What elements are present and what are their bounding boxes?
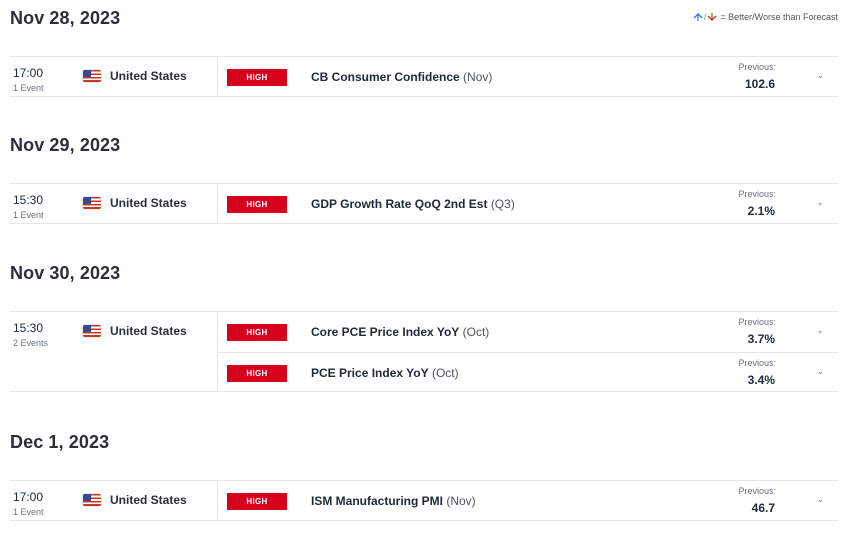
event-group: 15:30 2 Events United States HIGH Core P… xyxy=(10,311,838,392)
country-name: United States xyxy=(110,196,187,210)
previous-value: 46.7 xyxy=(751,501,775,515)
previous-value: 2.1% xyxy=(747,204,775,218)
previous-value: 3.7% xyxy=(747,332,775,346)
event-time: 15:30 xyxy=(13,193,44,207)
event-row[interactable]: HIGH PCE Price Index YoY (Oct) Previous:… xyxy=(218,352,838,392)
country-name: United States xyxy=(110,493,187,507)
forecast-legend: / = Better/Worse than Forecast xyxy=(693,12,838,22)
country-name: United States xyxy=(110,324,187,338)
event-time: 17:00 xyxy=(13,66,44,80)
chevron-down-icon[interactable]: ⌄ xyxy=(816,70,824,81)
previous-label: Previous: xyxy=(738,317,776,327)
chevron-down-icon[interactable]: ⌄ xyxy=(816,494,824,505)
day-date: Nov 30, 2023 xyxy=(10,263,121,283)
event-group-info: 17:00 1 Event United States xyxy=(10,481,217,520)
event-time: 15:30 xyxy=(13,321,44,335)
event-period: (Oct) xyxy=(431,366,459,380)
event-name: CB Consumer Confidence xyxy=(311,70,460,84)
event-name: GDP Growth Rate QoQ 2nd Est xyxy=(311,197,488,211)
impact-badge: HIGH xyxy=(227,365,287,382)
us-flag-icon xyxy=(83,494,101,506)
event-name: PCE Price Index YoY xyxy=(311,366,429,380)
event-row[interactable]: HIGH GDP Growth Rate QoQ 2nd Est (Q3) Pr… xyxy=(218,184,838,224)
event-group-info: 17:00 1 Event United States xyxy=(10,57,217,96)
event-group: 17:00 1 Event United States HIGH CB Cons… xyxy=(10,56,838,97)
previous-label: Previous: xyxy=(738,358,776,368)
impact-badge: HIGH xyxy=(227,324,287,341)
us-flag-icon xyxy=(83,197,101,209)
event-period: (Nov) xyxy=(446,494,476,508)
event-period: (Q3) xyxy=(490,197,515,211)
chevron-down-icon[interactable]: ⌄ xyxy=(816,197,824,208)
event-row[interactable]: HIGH CB Consumer Confidence (Nov) Previo… xyxy=(218,57,838,97)
event-count: 1 Event xyxy=(13,507,44,517)
previous-label: Previous: xyxy=(738,486,776,496)
us-flag-icon xyxy=(83,70,101,82)
arrow-down-icon xyxy=(707,13,717,21)
previous-label: Previous: xyxy=(738,189,776,199)
event-name-wrap: GDP Growth Rate QoQ 2nd Est (Q3) xyxy=(311,197,515,211)
chevron-down-icon[interactable]: ⌄ xyxy=(816,325,824,336)
legend-separator: / xyxy=(703,12,707,22)
day-date: Dec 1, 2023 xyxy=(10,432,110,452)
previous-value: 102.6 xyxy=(744,77,775,91)
previous-value: 3.4% xyxy=(747,373,775,387)
previous-label: Previous: xyxy=(738,62,776,72)
impact-badge: HIGH xyxy=(227,493,287,510)
event-row[interactable]: HIGH Core PCE Price Index YoY (Oct) Prev… xyxy=(218,312,838,352)
event-name: Core PCE Price Index YoY xyxy=(311,325,460,339)
event-count: 1 Event xyxy=(13,83,44,93)
impact-badge: HIGH xyxy=(227,196,287,213)
impact-badge: HIGH xyxy=(227,69,287,86)
day-date: Nov 29, 2023 xyxy=(10,135,121,155)
legend-text: = Better/Worse than Forecast xyxy=(720,12,838,22)
event-row[interactable]: HIGH ISM Manufacturing PMI (Nov) Previou… xyxy=(218,481,838,521)
event-name-wrap: CB Consumer Confidence (Nov) xyxy=(311,70,492,84)
event-name: ISM Manufacturing PMI xyxy=(311,494,443,508)
event-name-wrap: PCE Price Index YoY (Oct) xyxy=(311,366,459,380)
country-name: United States xyxy=(110,69,187,83)
us-flag-icon xyxy=(83,325,101,337)
event-time: 17:00 xyxy=(13,490,44,504)
event-period: (Oct) xyxy=(462,325,490,339)
event-count: 1 Event xyxy=(13,210,44,220)
arrow-up-icon xyxy=(693,13,703,21)
event-period: (Nov) xyxy=(463,70,493,84)
event-name-wrap: ISM Manufacturing PMI (Nov) xyxy=(311,494,476,508)
event-count: 2 Events xyxy=(13,338,49,348)
chevron-down-icon[interactable]: ⌄ xyxy=(816,366,824,377)
event-name-wrap: Core PCE Price Index YoY (Oct) xyxy=(311,325,489,339)
event-group-info: 15:30 1 Event United States xyxy=(10,184,217,223)
event-group: 17:00 1 Event United States HIGH ISM Man… xyxy=(10,480,838,521)
event-group: 15:30 1 Event United States HIGH GDP Gro… xyxy=(10,183,838,224)
day-date: Nov 28, 2023 xyxy=(10,8,121,28)
event-group-info: 15:30 2 Events United States xyxy=(10,312,217,391)
